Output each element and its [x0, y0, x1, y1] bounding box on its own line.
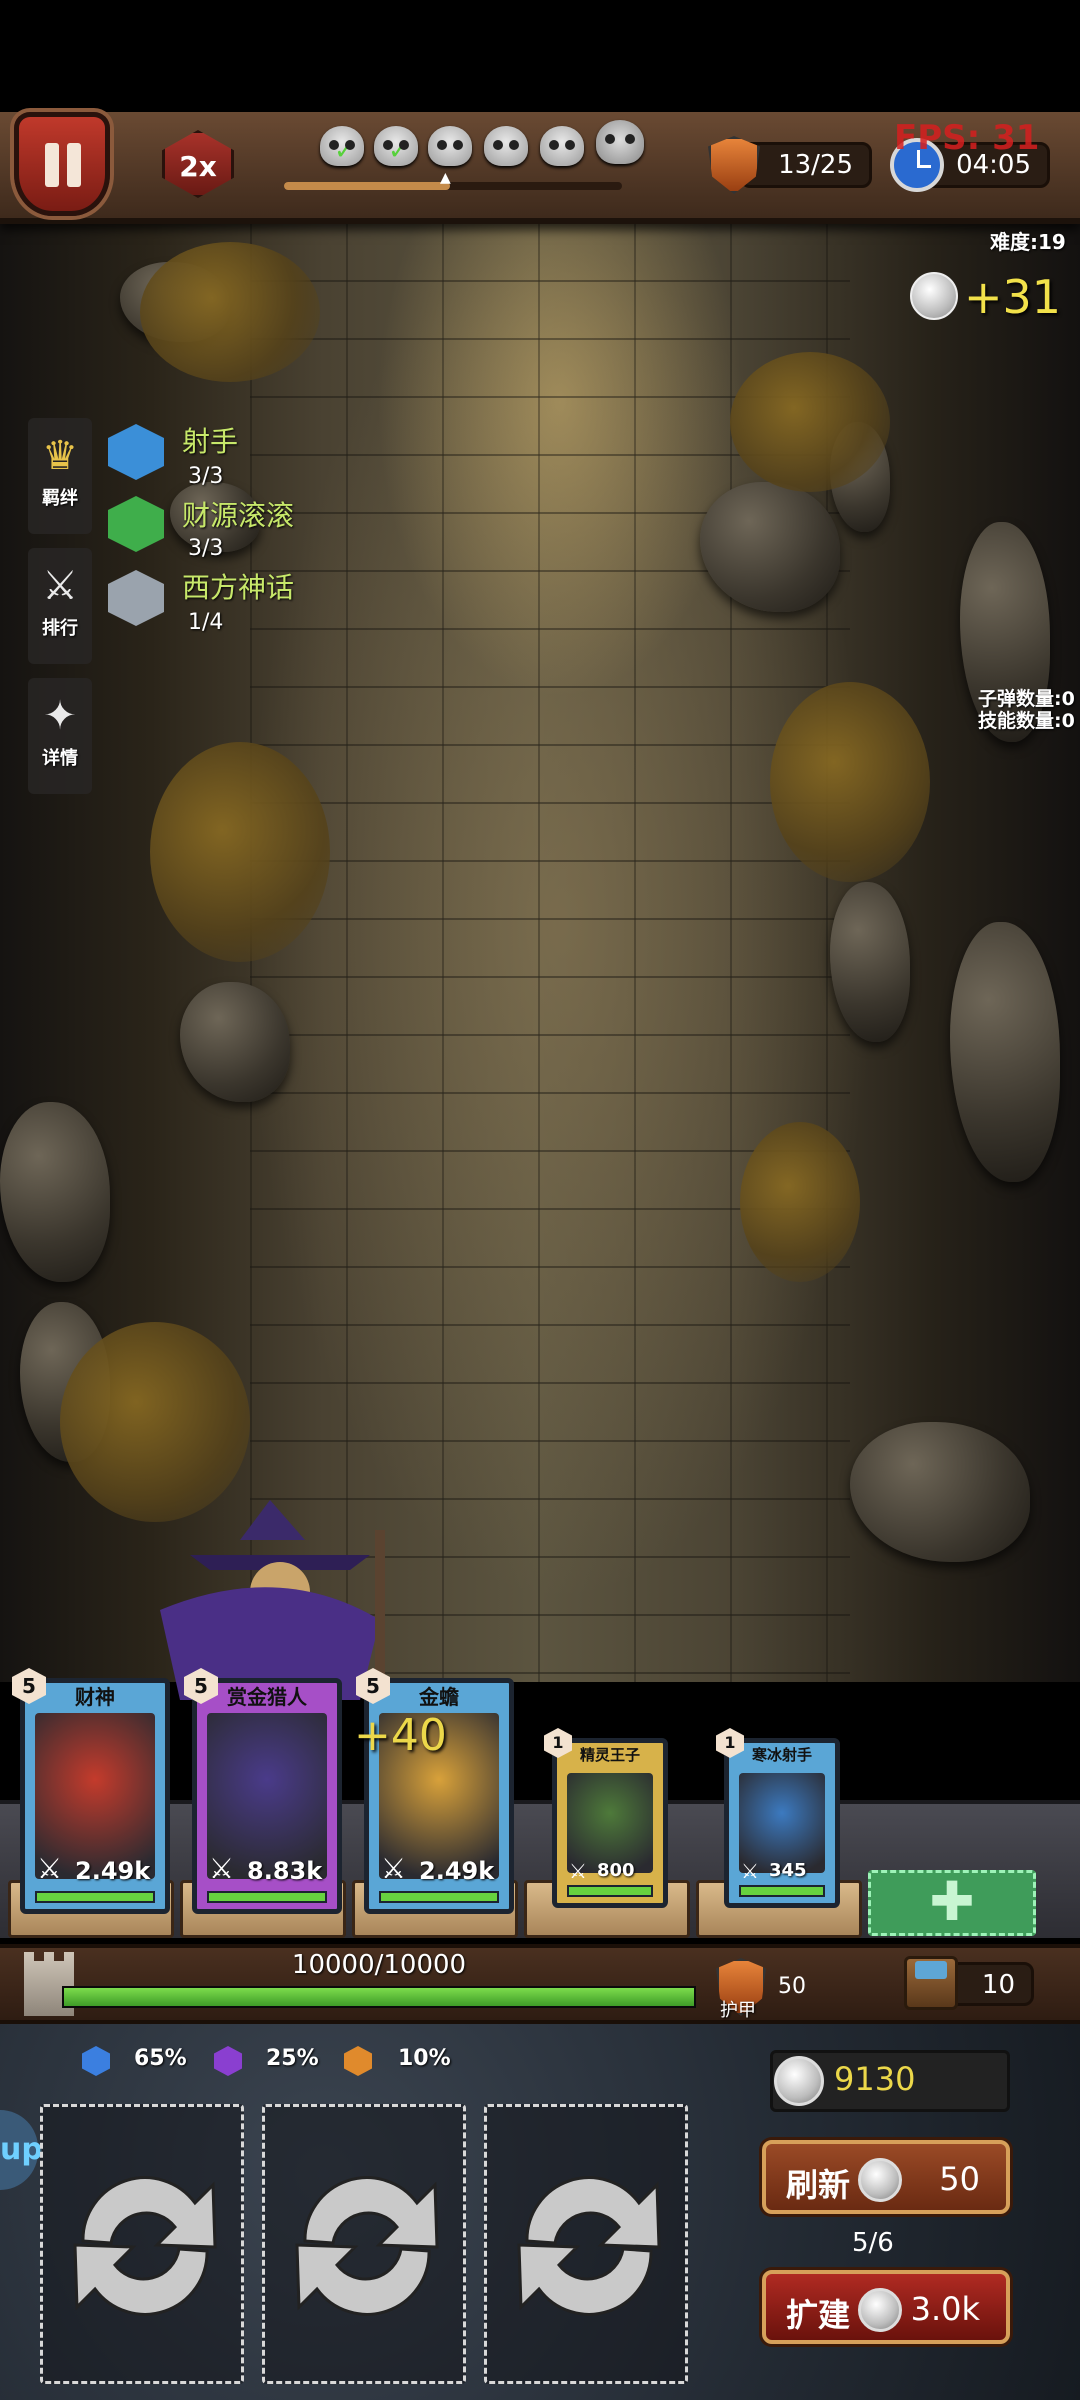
rock: [850, 1422, 1030, 1562]
silver-coin-icon: [858, 2158, 902, 2202]
side-menu-details[interactable]: ✦ 详情: [28, 678, 92, 794]
trait-name: 西方神话: [182, 571, 295, 604]
wave-progress-fill: [284, 182, 450, 190]
unit-attack: 800: [597, 1860, 635, 1881]
epic-odds: 10%: [398, 2046, 451, 2071]
attack-sword-icon: ⚔: [37, 1852, 63, 1885]
unit-hp-bar: [567, 1885, 653, 1897]
coin-gain-text: +31: [964, 270, 1062, 324]
refresh-arrows-icon: [517, 2176, 661, 2316]
unit-portrait: [567, 1773, 653, 1873]
refresh-arrows-icon: [295, 2176, 439, 2316]
check-icon: ✓: [388, 136, 410, 166]
bullet-count: 子弹数量:0: [978, 688, 1075, 710]
refresh-cost: 50: [939, 2160, 980, 2198]
unit-name: 金蟾: [419, 1685, 459, 1709]
bush: [60, 1322, 250, 1522]
side-menu-bonds[interactable]: ♛ 羁绊: [28, 418, 92, 534]
attack-sword-icon: ⚔: [209, 1852, 235, 1885]
shop-slot-1[interactable]: [40, 2104, 244, 2384]
unit-card[interactable]: 精灵王子 ⚔ 800: [552, 1738, 668, 1908]
add-slot-button[interactable]: ✚: [868, 1870, 1036, 1936]
wave-4-skull-icon: [484, 126, 528, 166]
wave-3-skull-icon: [428, 126, 472, 166]
expand-button[interactable]: 扩建 3.0k: [762, 2270, 1010, 2344]
bush: [730, 352, 890, 492]
wave-2-skull-icon: ✓: [374, 126, 418, 166]
trait-name: 财源滚滚: [182, 499, 295, 532]
skill-count: 技能数量:0: [978, 710, 1075, 732]
trait-count: 3/3: [188, 464, 224, 489]
check-icon: ✓: [334, 136, 356, 166]
difficulty-label: 难度:19: [990, 230, 1066, 254]
rock: [180, 982, 290, 1102]
bush: [140, 242, 320, 382]
unit-name: 财神: [75, 1685, 115, 1709]
debug-counters: 子弹数量:0 技能数量:0: [978, 688, 1075, 732]
unit-card[interactable]: 赏金猎人 ⚔ 8.83k: [192, 1678, 342, 1914]
attack-sword-icon: ⚔: [741, 1859, 759, 1883]
refresh-remaining: 5/6: [852, 2228, 894, 2258]
refresh-arrows-icon: [73, 2176, 217, 2316]
unit-hp-bar: [739, 1885, 825, 1897]
unit-attack: 2.49k: [75, 1857, 151, 1885]
crown-icon: ♛: [42, 433, 78, 479]
silver-coin-icon: [774, 2056, 824, 2106]
boss-horned-skull-icon: [596, 120, 644, 164]
wave-marker-icon: ▲: [440, 170, 451, 186]
bush: [740, 1122, 860, 1282]
expand-label: 扩建: [786, 2296, 851, 2334]
trait-count: 3/3: [188, 536, 224, 561]
attack-sword-icon: ⚔: [381, 1852, 407, 1885]
unit-attack: 8.83k: [247, 1857, 323, 1885]
refresh-button[interactable]: 刷新 50: [762, 2140, 1010, 2214]
wand-icon: ✦: [43, 693, 77, 739]
unit-name: 寒冰射手: [751, 1746, 812, 1764]
expand-cost: 3.0k: [910, 2290, 980, 2328]
armor-value: 50: [778, 1974, 806, 1999]
base-hp-fill: [64, 1988, 694, 2006]
sword-icon: ⚔: [42, 563, 78, 609]
trait-name: 射手: [182, 425, 239, 458]
unit-attack: 2.49k: [419, 1857, 495, 1885]
bush: [770, 682, 930, 882]
unit-hp-bar: [35, 1891, 155, 1903]
bush: [150, 742, 330, 962]
side-menu-ranking[interactable]: ⚔ 排行: [28, 548, 92, 664]
common-odds: 65%: [134, 2046, 187, 2071]
unit-card[interactable]: 财神 ⚔ 2.49k: [20, 1678, 170, 1914]
refresh-label: 刷新: [786, 2166, 851, 2204]
shop-slot-2[interactable]: [262, 2104, 466, 2384]
armor-label: 护甲: [720, 2000, 756, 2021]
unit-card[interactable]: 寒冰射手 ⚔ 345: [724, 1738, 840, 1908]
base-hp-text: 10000/10000: [291, 1950, 467, 1980]
trait-count: 1/4: [188, 610, 224, 635]
silver-coin-icon: [858, 2288, 902, 2332]
wave-5-skull-icon: [540, 126, 584, 166]
population-counter: 13/25: [740, 142, 872, 188]
unit-name: 精灵王子: [579, 1746, 640, 1764]
rock: [950, 922, 1060, 1182]
unit-hp-bar: [379, 1891, 499, 1903]
unit-attack: 345: [769, 1860, 807, 1881]
rock: [0, 1102, 110, 1282]
gold-amount: 9130: [834, 2060, 916, 2098]
treasure-chest-icon[interactable]: [904, 1956, 958, 2010]
shop-slot-3[interactable]: [484, 2104, 688, 2384]
attack-sword-icon: ⚔: [569, 1859, 587, 1883]
float-gain-text: +40: [354, 1710, 447, 1761]
unit-hp-bar: [207, 1891, 327, 1903]
unit-portrait: [739, 1773, 825, 1873]
rare-odds: 25%: [266, 2046, 319, 2071]
fps-counter: FPS: 31: [894, 118, 1040, 158]
silver-coin-icon: [910, 272, 958, 320]
pause-button[interactable]: [14, 112, 110, 216]
unit-name: 赏金猎人: [227, 1685, 307, 1709]
wave-1-skull-icon: ✓: [320, 126, 364, 166]
